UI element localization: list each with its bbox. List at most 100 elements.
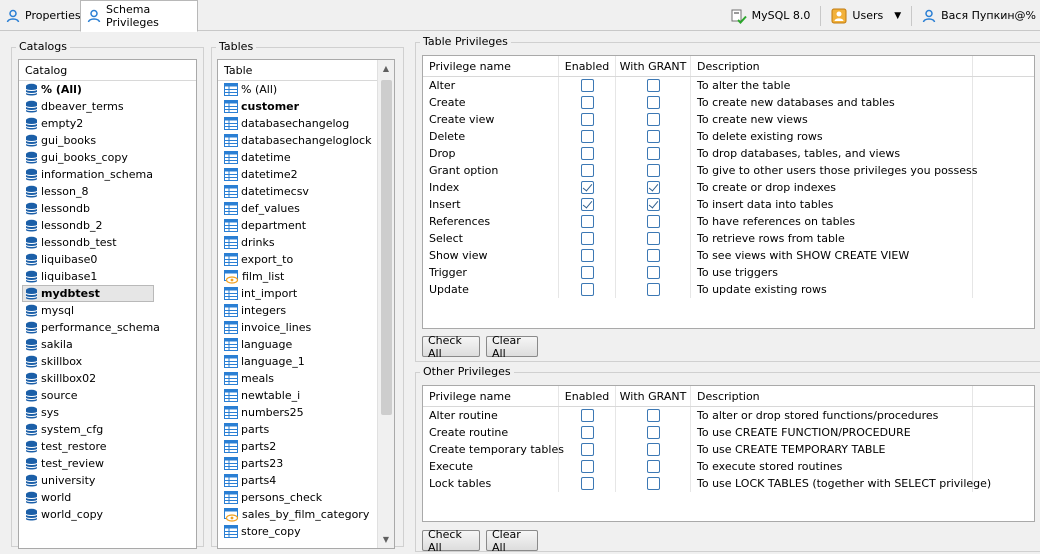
grant-checkbox[interactable] <box>646 181 660 194</box>
table-item[interactable]: meals <box>218 370 394 387</box>
catalog-item[interactable]: mysql <box>19 302 196 319</box>
privilege-row[interactable]: Index To create or drop indexes <box>423 179 1034 196</box>
grant-checkbox[interactable] <box>646 460 660 473</box>
enabled-checkbox[interactable] <box>580 249 594 262</box>
catalog-item[interactable]: source <box>19 387 196 404</box>
catalog-item[interactable]: world <box>19 489 196 506</box>
table-item[interactable]: film_list <box>218 268 394 285</box>
table-item[interactable]: databasechangeloglock <box>218 132 394 149</box>
table-item[interactable]: language <box>218 336 394 353</box>
enabled-checkbox[interactable] <box>580 443 594 456</box>
enabled-checkbox[interactable] <box>580 79 594 92</box>
column-privilege-name[interactable]: Privilege name <box>423 56 559 76</box>
table-item[interactable]: parts4 <box>218 472 394 489</box>
grant-checkbox[interactable] <box>646 147 660 160</box>
privilege-row[interactable]: Drop To drop databases, tables, and views <box>423 145 1034 162</box>
table-privileges-table[interactable]: Privilege name Enabled With GRANT Descri… <box>422 55 1035 329</box>
grant-checkbox[interactable] <box>646 130 660 143</box>
column-privilege-name[interactable]: Privilege name <box>423 386 559 406</box>
catalog-item[interactable]: sakila <box>19 336 196 353</box>
grant-checkbox[interactable] <box>646 79 660 92</box>
table-item[interactable]: export_to <box>218 251 394 268</box>
grant-checkbox[interactable] <box>646 96 660 109</box>
catalog-item[interactable]: system_cfg <box>19 421 196 438</box>
catalog-item[interactable]: world_copy <box>19 506 196 523</box>
catalog-column-header[interactable]: Catalog <box>19 60 196 81</box>
other-check-all-button[interactable]: Check All <box>422 528 480 554</box>
table-item[interactable]: parts2 <box>218 438 394 455</box>
grant-checkbox[interactable] <box>646 198 660 211</box>
enabled-checkbox[interactable] <box>580 426 594 439</box>
enabled-checkbox[interactable] <box>580 164 594 177</box>
enabled-checkbox[interactable] <box>580 460 594 473</box>
grant-checkbox[interactable] <box>646 249 660 262</box>
table-check-all-button[interactable]: Check All <box>422 334 480 360</box>
enabled-checkbox[interactable] <box>580 409 594 422</box>
grant-checkbox[interactable] <box>646 164 660 177</box>
enabled-checkbox[interactable] <box>580 96 594 109</box>
catalog-item[interactable]: % (All) <box>19 81 196 98</box>
table-item[interactable]: numbers25 <box>218 404 394 421</box>
enabled-checkbox[interactable] <box>580 181 594 194</box>
tab-properties[interactable]: Properties <box>0 0 81 31</box>
catalogs-list[interactable]: Catalog % (All) dbeaver_terms empty2 gui_bo… <box>18 59 197 549</box>
catalog-item[interactable]: test_review <box>19 455 196 472</box>
catalog-item[interactable]: sys <box>19 404 196 421</box>
privilege-row[interactable]: Alter routine To alter or drop stored fun… <box>423 407 1034 424</box>
current-user[interactable]: Вася Пупкин@% <box>922 9 1036 23</box>
catalog-item[interactable]: lessondb_2 <box>19 217 196 234</box>
enabled-checkbox[interactable] <box>580 130 594 143</box>
catalog-item[interactable]: empty2 <box>19 115 196 132</box>
privilege-row[interactable]: Create view To create new views <box>423 111 1034 128</box>
catalog-item[interactable]: performance_schema <box>19 319 196 336</box>
catalog-item[interactable]: liquibase1 <box>19 268 196 285</box>
privilege-row[interactable]: References To have references on tables <box>423 213 1034 230</box>
column-description[interactable]: Description <box>691 386 973 406</box>
catalog-item[interactable]: skillbox <box>19 353 196 370</box>
privilege-row[interactable]: Trigger To use triggers <box>423 264 1034 281</box>
catalog-item[interactable]: test_restore <box>19 438 196 455</box>
table-item[interactable]: int_import <box>218 285 394 302</box>
table-item[interactable]: parts <box>218 421 394 438</box>
catalog-item[interactable]: lessondb <box>19 200 196 217</box>
enabled-checkbox[interactable] <box>580 113 594 126</box>
table-clear-all-button[interactable]: Clear All <box>486 334 538 360</box>
table-item[interactable]: department <box>218 217 394 234</box>
privilege-row[interactable]: Delete To delete existing rows <box>423 128 1034 145</box>
other-clear-all-button[interactable]: Clear All <box>486 528 538 554</box>
table-item[interactable]: datetime <box>218 149 394 166</box>
column-enabled[interactable]: Enabled <box>559 386 616 406</box>
table-item[interactable]: % (All) <box>218 81 394 98</box>
table-item[interactable]: datetimecsv <box>218 183 394 200</box>
privilege-row[interactable]: Lock tables To use LOCK TABLES (together … <box>423 475 1034 492</box>
table-item[interactable]: datetime2 <box>218 166 394 183</box>
enabled-checkbox[interactable] <box>580 147 594 160</box>
grant-checkbox[interactable] <box>646 409 660 422</box>
table-item[interactable]: persons_check <box>218 489 394 506</box>
scroll-thumb[interactable] <box>381 80 392 415</box>
scroll-up-icon[interactable]: ▲ <box>378 60 394 77</box>
privilege-row[interactable]: Update To update existing rows <box>423 281 1034 298</box>
table-column-header[interactable]: Table <box>218 60 394 81</box>
table-item[interactable]: newtable_i <box>218 387 394 404</box>
catalog-item[interactable]: information_schema <box>19 166 196 183</box>
table-item[interactable]: parts23 <box>218 455 394 472</box>
grant-checkbox[interactable] <box>646 232 660 245</box>
enabled-checkbox[interactable] <box>580 477 594 490</box>
table-item[interactable]: customer <box>218 98 394 115</box>
privilege-row[interactable]: Create To create new databases and tables <box>423 94 1034 111</box>
catalog-item[interactable]: skillbox02 <box>19 370 196 387</box>
column-enabled[interactable]: Enabled <box>559 56 616 76</box>
tables-scrollbar[interactable]: ▲ ▼ <box>377 60 394 548</box>
enabled-checkbox[interactable] <box>580 232 594 245</box>
privilege-row[interactable]: Create temporary tables To use CREATE TEM… <box>423 441 1034 458</box>
grant-checkbox[interactable] <box>646 215 660 228</box>
enabled-checkbox[interactable] <box>580 215 594 228</box>
privilege-row[interactable]: Grant option To give to other users those… <box>423 162 1034 179</box>
grant-checkbox[interactable] <box>646 477 660 490</box>
enabled-checkbox[interactable] <box>580 198 594 211</box>
catalog-item[interactable]: gui_books_copy <box>19 149 196 166</box>
tab-schema-privileges[interactable]: Schema Privileges <box>80 0 198 32</box>
catalog-item[interactable]: dbeaver_terms <box>19 98 196 115</box>
catalog-item[interactable]: lesson_8 <box>19 183 196 200</box>
